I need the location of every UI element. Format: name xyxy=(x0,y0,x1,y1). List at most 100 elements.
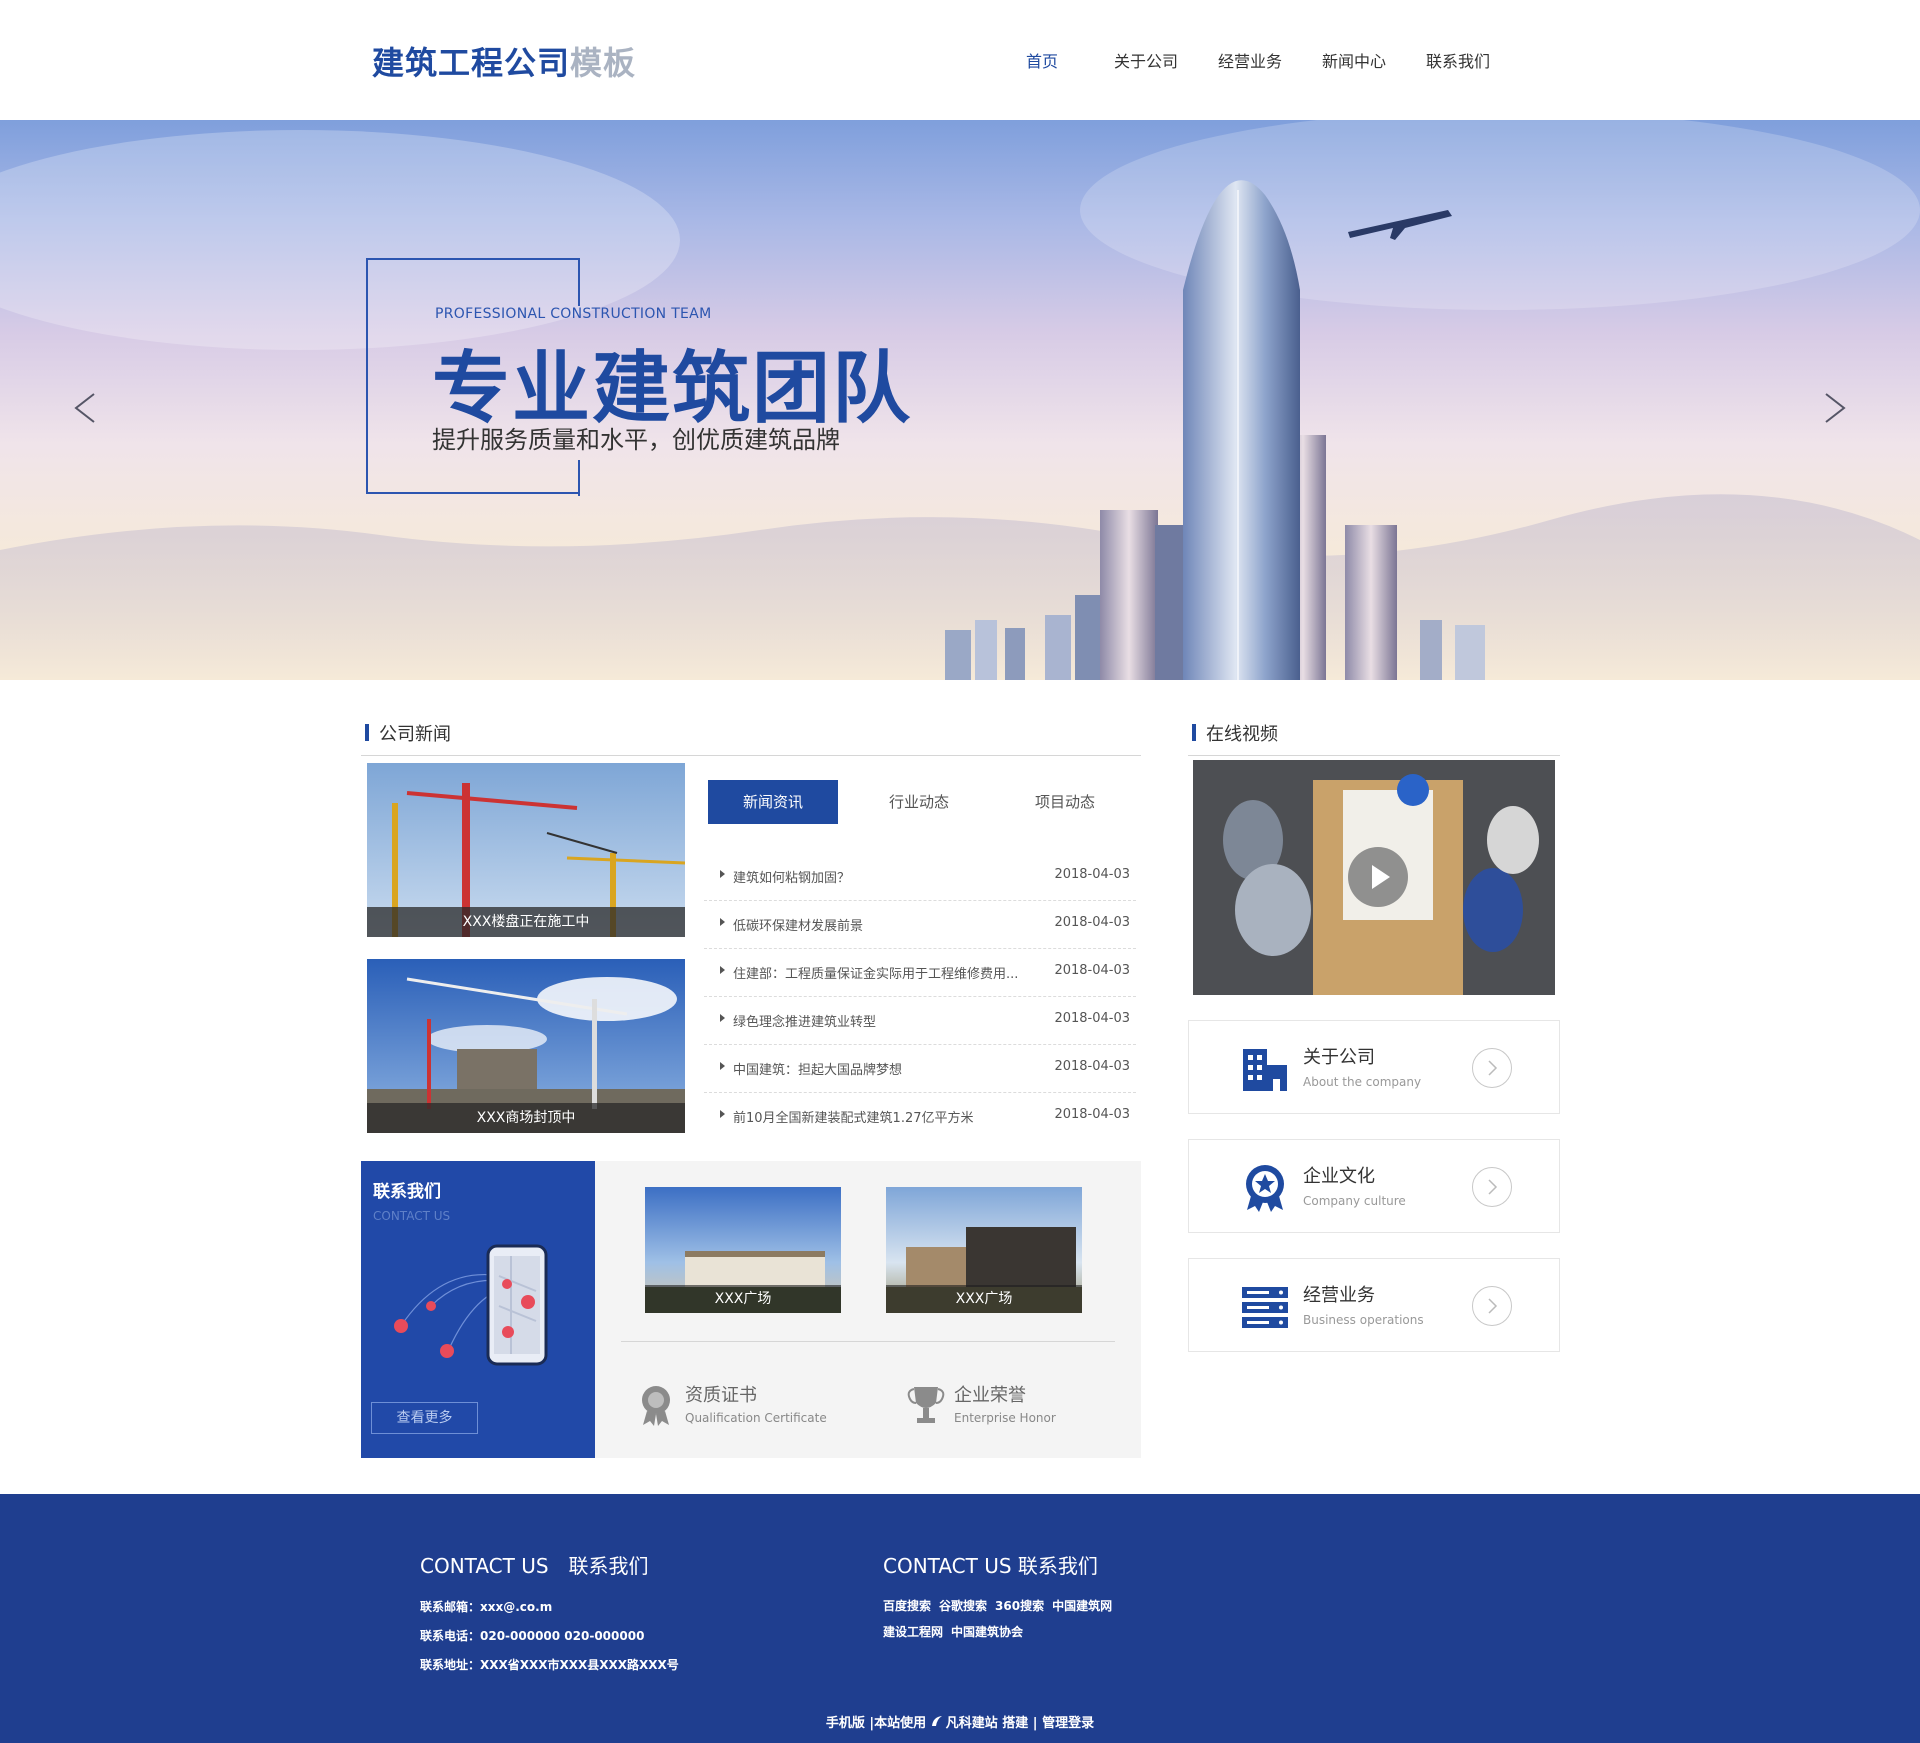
video-section-title: 在线视频 xyxy=(1192,720,1278,746)
play-icon xyxy=(1372,865,1390,889)
bullet-triangle-icon xyxy=(720,870,725,878)
news-item-title: 绿色理念推进建筑业转型 xyxy=(733,1015,877,1030)
footer-link[interactable]: 谷歌搜索 xyxy=(939,1599,987,1613)
nav-item-contact[interactable]: 联系我们 xyxy=(1406,48,1510,72)
news-list: 建筑如何粘钢加固？ 2018-04-03 低碳环保建材发展前景 2018-04-… xyxy=(704,853,1136,1141)
honor-english: Enterprise Honor xyxy=(954,1411,1056,1425)
main-nav: 首页 关于公司 经营业务 新闻中心 联系我们 xyxy=(990,48,1510,72)
site-logo[interactable]: 建筑工程公司模板 xyxy=(372,38,636,84)
banner-frame-right-top xyxy=(578,258,580,306)
fanke-logo-icon xyxy=(931,1715,943,1727)
card-about-company[interactable]: 关于公司 About the company xyxy=(1188,1020,1560,1114)
fanke-brand-link[interactable]: 凡科建站 xyxy=(946,1716,998,1731)
contact-box-title: 联系我们 xyxy=(373,1182,441,1202)
logo-main-text: 建筑工程公司 xyxy=(372,44,571,82)
site-footer: CONTACT US 联系我们 联系邮箱：xxx@.co.m 联系电话：020-… xyxy=(0,1494,1920,1743)
news-item-date: 2018-04-03 xyxy=(1054,915,1130,930)
news-photo-2[interactable]: XXX商场封顶中 xyxy=(367,959,685,1133)
chevron-right-icon[interactable] xyxy=(1472,1167,1512,1207)
chevron-right-icon[interactable] xyxy=(1472,1048,1512,1088)
honor-title: 企业荣誉 xyxy=(954,1385,1026,1406)
banner-prev-arrow-icon[interactable] xyxy=(66,378,106,438)
news-list-item[interactable]: 中国建筑：担起大国品牌梦想 2018-04-03 xyxy=(704,1045,1136,1093)
project-card-1[interactable]: XXX广场 xyxy=(645,1187,841,1313)
project-card-1-caption: XXX广场 xyxy=(645,1285,841,1313)
bullet-triangle-icon xyxy=(720,1062,725,1070)
video-section-divider xyxy=(1188,755,1560,756)
news-photo-1[interactable]: XXX楼盘正在施工中 xyxy=(367,763,685,937)
hero-banner: PROFESSIONAL CONSTRUCTION TEAM 专业建筑团队 提升… xyxy=(0,120,1920,680)
news-item-date: 2018-04-03 xyxy=(1054,1059,1130,1074)
footer-phone: 联系电话：020-000000 020-000000 xyxy=(420,1629,645,1643)
tab-news-info[interactable]: 新闻资讯 xyxy=(708,780,838,824)
footer-link[interactable]: 中国建筑网 xyxy=(1052,1599,1112,1613)
bullet-triangle-icon xyxy=(720,966,725,974)
footer-link[interactable]: 建设工程网 xyxy=(883,1625,943,1639)
news-item-date: 2018-04-03 xyxy=(1054,867,1130,882)
news-list-item[interactable]: 建筑如何粘钢加固？ 2018-04-03 xyxy=(704,853,1136,901)
footer-link[interactable]: 中国建筑协会 xyxy=(951,1625,1023,1639)
panel-divider xyxy=(621,1341,1115,1342)
footer-bottom-text: | xyxy=(1032,1716,1043,1731)
banner-english-tagline: PROFESSIONAL CONSTRUCTION TEAM xyxy=(435,306,712,322)
footer-links-heading: CONTACT US 联系我们 xyxy=(883,1554,1098,1578)
footer-email: 联系邮箱：xxx@.co.m xyxy=(420,1600,553,1614)
contact-us-box: 联系我们 CONTACT US 查看更多 xyxy=(361,1161,595,1458)
building-icon xyxy=(1243,1049,1287,1091)
news-section-title: 公司新闻 xyxy=(365,720,451,746)
project-card-2-caption: XXX广场 xyxy=(886,1285,1082,1313)
card-title: 关于公司 xyxy=(1303,1047,1375,1068)
news-list-item[interactable]: 前10月全国新建装配式建筑1.27亿平方米 2018-04-03 xyxy=(704,1093,1136,1141)
news-list-item[interactable]: 绿色理念推进建筑业转型 2018-04-03 xyxy=(704,997,1136,1045)
view-more-button[interactable]: 查看更多 xyxy=(371,1402,478,1434)
news-section-divider xyxy=(361,755,1141,756)
award-icon xyxy=(1246,1165,1284,1212)
logo-sub-text: 模板 xyxy=(570,44,637,82)
footer-bottom-text: |本站使用 xyxy=(864,1716,931,1731)
chevron-right-icon[interactable] xyxy=(1472,1286,1512,1326)
trophy-icon xyxy=(907,1387,945,1423)
mobile-version-link[interactable]: 手机版 xyxy=(826,1716,865,1731)
medal-icon xyxy=(642,1386,670,1426)
video-player[interactable] xyxy=(1193,760,1555,995)
news-item-date: 2018-04-03 xyxy=(1054,1107,1130,1122)
nav-item-news[interactable]: 新闻中心 xyxy=(1302,48,1406,72)
footer-bottom-bar: 手机版 |本站使用 凡科建站 搭建 | 管理登录 xyxy=(0,1712,1920,1731)
honor-enterprise[interactable]: 企业荣誉 Enterprise Honor xyxy=(906,1381,1106,1429)
footer-links-row-2: 建设工程网 中国建筑协会 xyxy=(883,1623,1031,1640)
card-title: 经营业务 xyxy=(1303,1285,1375,1306)
news-photo-1-caption: XXX楼盘正在施工中 xyxy=(367,907,685,937)
admin-login-link[interactable]: 管理登录 xyxy=(1042,1716,1094,1731)
nav-item-about[interactable]: 关于公司 xyxy=(1094,48,1198,72)
banner-next-arrow-icon[interactable] xyxy=(1814,378,1854,438)
news-list-item[interactable]: 住建部：工程质量保证金实际用于工程维修费用... 2018-04-03 xyxy=(704,949,1136,997)
bullet-triangle-icon xyxy=(720,1014,725,1022)
footer-links-row-1: 百度搜索 谷歌搜索 360搜索 中国建筑网 xyxy=(883,1597,1120,1614)
nav-item-home[interactable]: 首页 xyxy=(990,48,1094,72)
news-list-item[interactable]: 低碳环保建材发展前景 2018-04-03 xyxy=(704,901,1136,949)
card-company-culture[interactable]: 企业文化 Company culture xyxy=(1188,1139,1560,1233)
honor-title: 资质证书 xyxy=(685,1385,757,1406)
card-business-operations[interactable]: 经营业务 Business operations xyxy=(1188,1258,1560,1352)
phone-map-icon xyxy=(394,1244,548,1366)
news-item-title: 中国建筑：担起大国品牌梦想 xyxy=(733,1063,903,1078)
tab-project-news[interactable]: 项目动态 xyxy=(1000,780,1130,824)
card-subtitle: About the company xyxy=(1303,1075,1422,1089)
play-button[interactable] xyxy=(1348,847,1408,907)
news-item-title: 住建部：工程质量保证金实际用于工程维修费用... xyxy=(733,967,1019,982)
news-item-title: 低碳环保建材发展前景 xyxy=(733,919,864,934)
bullet-triangle-icon xyxy=(720,1110,725,1118)
footer-bottom-text: 搭建 xyxy=(997,1716,1033,1731)
news-item-title: 建筑如何粘钢加固？ xyxy=(733,871,851,886)
project-card-2[interactable]: XXX广场 xyxy=(886,1187,1082,1313)
card-subtitle: Business operations xyxy=(1303,1313,1424,1327)
banner-subtitle: 提升服务质量和水平，创优质建筑品牌 xyxy=(432,426,840,454)
footer-link[interactable]: 百度搜索 xyxy=(883,1599,931,1613)
nav-item-business[interactable]: 经营业务 xyxy=(1198,48,1302,72)
news-item-date: 2018-04-03 xyxy=(1054,1011,1130,1026)
server-icon xyxy=(1242,1287,1288,1328)
card-title: 企业文化 xyxy=(1303,1166,1375,1187)
honor-qualification[interactable]: 资质证书 Qualification Certificate xyxy=(637,1381,837,1429)
footer-link[interactable]: 360搜索 xyxy=(995,1599,1044,1613)
tab-industry-news[interactable]: 行业动态 xyxy=(854,780,984,824)
